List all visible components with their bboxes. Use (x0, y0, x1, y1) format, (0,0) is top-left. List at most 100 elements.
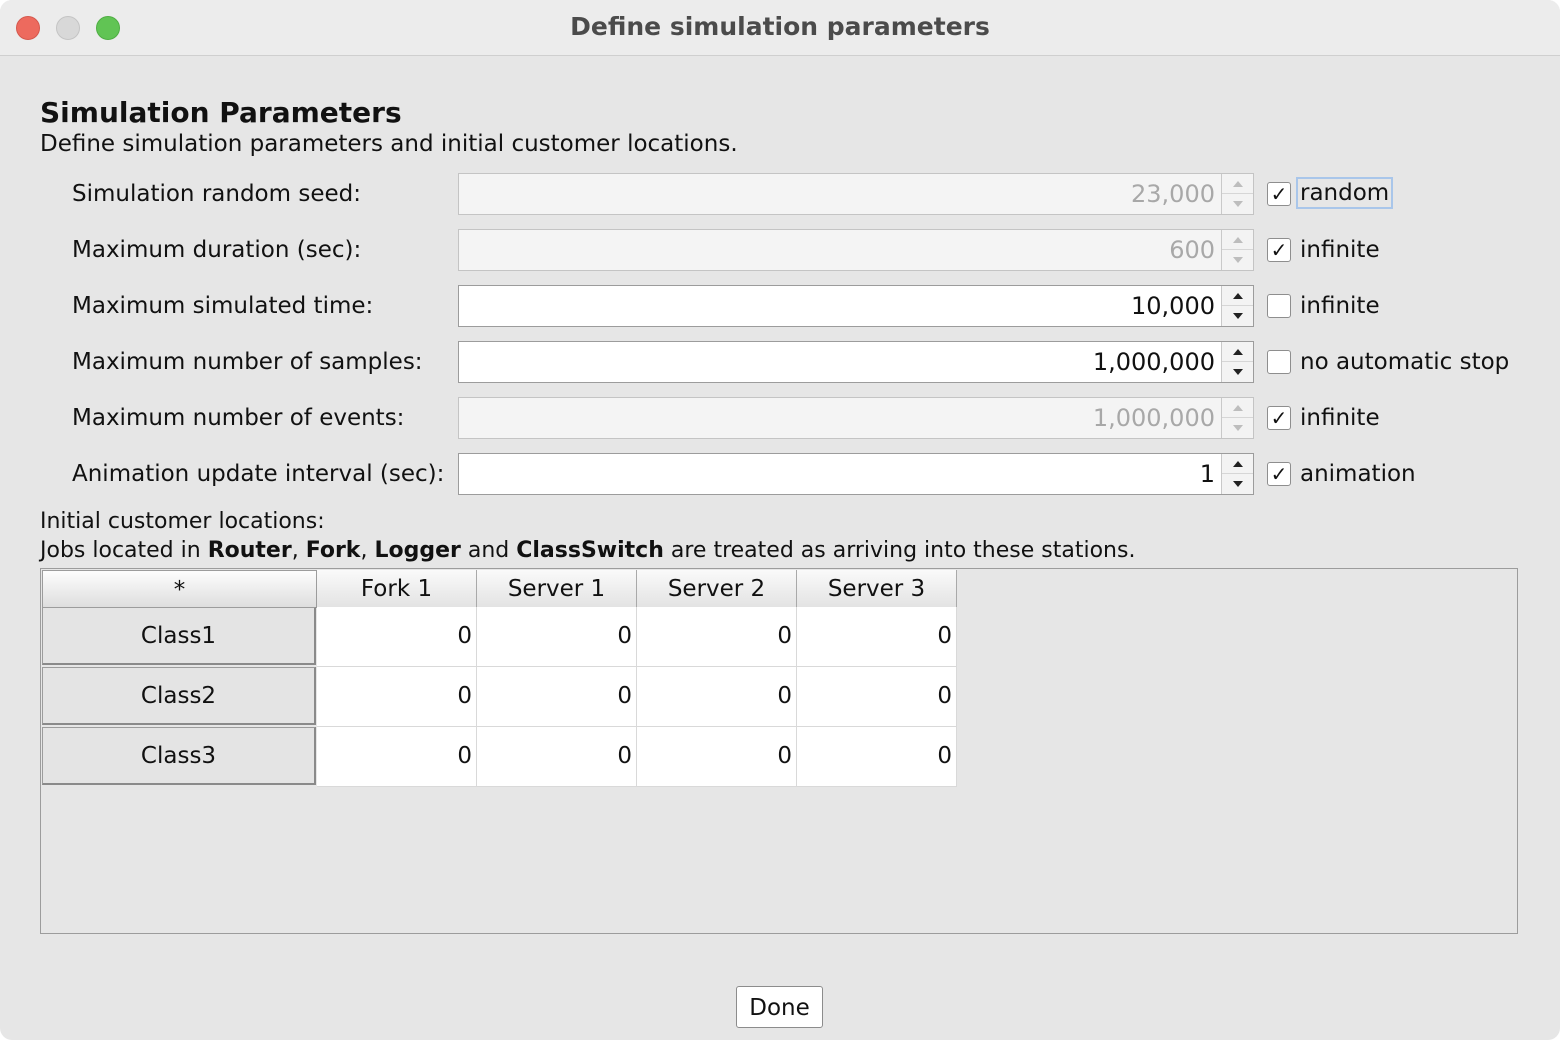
column-header-server-1[interactable]: Server 1 (477, 570, 637, 608)
seed-value: 23,000 (1131, 180, 1215, 208)
max-events-spinner[interactable]: 1,000,000 (458, 397, 1254, 439)
seed-spinner[interactable]: 23,000 (458, 173, 1254, 215)
arrow-down-icon (1232, 481, 1243, 487)
table-cell[interactable]: 0 (797, 607, 957, 667)
arrow-down-icon (1232, 369, 1243, 375)
max-duration-label: Maximum duration (sec): (72, 237, 362, 263)
table-cell[interactable]: 0 (637, 727, 797, 787)
no-automatic-stop-checkbox-label[interactable]: no automatic stop (1300, 349, 1509, 375)
max-samples-label: Maximum number of samples: (72, 349, 423, 375)
max-simulated-time-label: Maximum simulated time: (72, 293, 374, 319)
seed-label: Simulation random seed: (72, 181, 361, 207)
checkmark-icon: ✓ (1270, 462, 1288, 486)
arrow-down-icon (1232, 425, 1243, 431)
table-cell[interactable]: 0 (317, 727, 477, 787)
column-header-fork-1[interactable]: Fork 1 (317, 570, 477, 608)
row-header-class1[interactable]: Class1 (42, 607, 316, 665)
max-samples-spinner[interactable]: 1,000,000 (458, 341, 1254, 383)
max-samples-increment-button[interactable] (1222, 342, 1253, 362)
table-cell[interactable]: 0 (637, 667, 797, 727)
row-header-class2[interactable]: Class2 (42, 667, 316, 725)
note-router: Router (207, 538, 292, 563)
seed-spin-buttons (1221, 174, 1253, 214)
max-simulated-time-value: 10,000 (1131, 292, 1215, 320)
note-text: and (460, 538, 517, 563)
max-simulated-time-spinner[interactable]: 10,000 (458, 285, 1254, 327)
max-samples-decrement-button[interactable] (1222, 362, 1253, 382)
table-cell[interactable]: 0 (317, 667, 477, 727)
column-header-server-2[interactable]: Server 2 (637, 570, 797, 608)
max-events-value: 1,000,000 (1092, 404, 1215, 432)
infinite-simulated-time-checkbox[interactable] (1267, 294, 1291, 318)
max-simulated-time-spin-buttons (1221, 286, 1253, 326)
random-seed-checkbox-label[interactable]: random (1295, 177, 1394, 209)
note-text: Jobs located in (40, 538, 208, 563)
max-samples-value: 1,000,000 (1092, 348, 1215, 376)
table-cell[interactable]: 0 (637, 607, 797, 667)
arrow-down-icon (1232, 257, 1243, 263)
note-text: are treated as arriving into these stati… (663, 538, 1136, 563)
arrow-down-icon (1232, 313, 1243, 319)
infinite-duration-checkbox[interactable]: ✓ (1267, 238, 1291, 262)
max-duration-decrement-button[interactable] (1222, 250, 1253, 270)
arrow-up-icon (1232, 180, 1243, 187)
animation-checkbox[interactable]: ✓ (1267, 462, 1291, 486)
infinite-simulated-time-checkbox-label[interactable]: infinite (1300, 293, 1380, 319)
animation-interval-increment-button[interactable] (1222, 454, 1253, 474)
done-button[interactable]: Done (736, 986, 823, 1028)
animation-interval-label: Animation update interval (sec): (72, 461, 445, 487)
infinite-events-checkbox[interactable]: ✓ (1267, 406, 1291, 430)
animation-interval-spin-buttons (1221, 454, 1253, 494)
infinite-duration-checkbox-label[interactable]: infinite (1300, 237, 1380, 263)
max-events-decrement-button[interactable] (1222, 418, 1253, 438)
checkmark-icon: ✓ (1270, 406, 1288, 430)
locations-heading: Initial customer locations: (40, 509, 325, 534)
table-cell[interactable]: 0 (317, 607, 477, 667)
table-cell[interactable]: 0 (797, 667, 957, 727)
seed-decrement-button[interactable] (1222, 194, 1253, 214)
max-duration-spinner[interactable]: 600 (458, 229, 1254, 271)
max-simulated-time-decrement-button[interactable] (1222, 306, 1253, 326)
animation-interval-spinner[interactable]: 1 (458, 453, 1254, 495)
note-text: , (291, 538, 306, 563)
arrow-up-icon (1232, 460, 1243, 467)
animation-interval-decrement-button[interactable] (1222, 474, 1253, 494)
title-bar: Define simulation parameters (0, 0, 1560, 56)
note-fork: Fork (305, 538, 361, 563)
animation-interval-value: 1 (1199, 460, 1215, 488)
max-duration-increment-button[interactable] (1222, 230, 1253, 250)
row-header-class3[interactable]: Class3 (42, 727, 316, 785)
note-classswitch: ClassSwitch (516, 538, 664, 563)
note-logger: Logger (374, 538, 461, 563)
note-text: , (360, 538, 375, 563)
infinite-events-checkbox-label[interactable]: infinite (1300, 405, 1380, 431)
max-events-increment-button[interactable] (1222, 398, 1253, 418)
column-header-server-3[interactable]: Server 3 (797, 570, 957, 608)
arrow-up-icon (1232, 348, 1243, 355)
window-title: Define simulation parameters (570, 12, 990, 41)
max-simulated-time-increment-button[interactable] (1222, 286, 1253, 306)
table-cell[interactable]: 0 (477, 607, 637, 667)
dialog-window: Define simulation parameters Simulation … (0, 0, 1560, 1040)
arrow-up-icon (1232, 404, 1243, 411)
table-cell[interactable]: 0 (797, 727, 957, 787)
animation-checkbox-label[interactable]: animation (1300, 461, 1416, 487)
arrow-up-icon (1232, 236, 1243, 243)
section-title: Simulation Parameters (40, 96, 402, 129)
max-duration-spin-buttons (1221, 230, 1253, 270)
checkmark-icon: ✓ (1270, 238, 1288, 262)
seed-increment-button[interactable] (1222, 174, 1253, 194)
table-cell[interactable]: 0 (477, 727, 637, 787)
random-seed-checkbox[interactable]: ✓ (1267, 182, 1291, 206)
no-automatic-stop-checkbox[interactable] (1267, 350, 1291, 374)
max-samples-spin-buttons (1221, 342, 1253, 382)
customer-locations-table: * Fork 1 Server 1 Server 2 Server 3 Clas… (40, 568, 1518, 934)
max-events-spin-buttons (1221, 398, 1253, 438)
table-cell[interactable]: 0 (477, 667, 637, 727)
max-duration-value: 600 (1169, 236, 1215, 264)
locations-note: Jobs located in Router, Fork, Logger and… (40, 538, 1135, 563)
max-events-label: Maximum number of events: (72, 405, 405, 431)
table-corner-header[interactable]: * (42, 570, 317, 608)
section-subtitle: Define simulation parameters and initial… (40, 131, 738, 157)
checkmark-icon: ✓ (1270, 182, 1288, 206)
